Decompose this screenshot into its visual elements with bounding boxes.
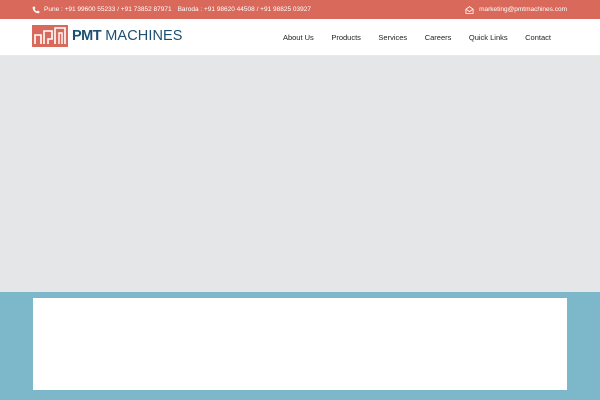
top-contact-bar: Pune : +91 99600 55233 / +91 73852 87971… [0,0,600,19]
site-logo[interactable]: PMT MACHINES [32,25,183,47]
nav-quick-links[interactable]: Quick Links [469,33,508,42]
baroda-phone-text: Baroda : +91 98620 44508 / +91 98825 039… [177,6,311,13]
phone-icon [32,6,40,13]
mail-icon [465,5,474,14]
content-card [33,298,567,390]
brand-wordmark-rest: MACHINES [101,28,183,44]
brand-wordmark-bold: PMT [72,28,102,44]
nav-about-us[interactable]: About Us [283,33,314,42]
hero-banner-placeholder [0,56,600,292]
nav-services[interactable]: Services [378,33,407,42]
main-navbar: PMT MACHINES About Us Products Services … [0,19,600,56]
email-contact[interactable]: marketing@pmtmachines.com [465,0,567,19]
phone-contacts: Pune : +91 99600 55233 / +91 73852 87971… [32,0,311,19]
nav-careers[interactable]: Careers [425,33,452,42]
nav-products[interactable]: Products [331,33,361,42]
nav-contact[interactable]: Contact [525,33,551,42]
pmt-logo-mark-icon [32,25,68,47]
pune-phone-text: Pune : +91 99600 55233 / +91 73852 87971 [44,6,172,13]
email-link[interactable]: marketing@pmtmachines.com [479,6,567,13]
brand-wordmark: PMT MACHINES [72,28,183,44]
primary-nav: About Us Products Services Careers Quick… [265,19,551,55]
